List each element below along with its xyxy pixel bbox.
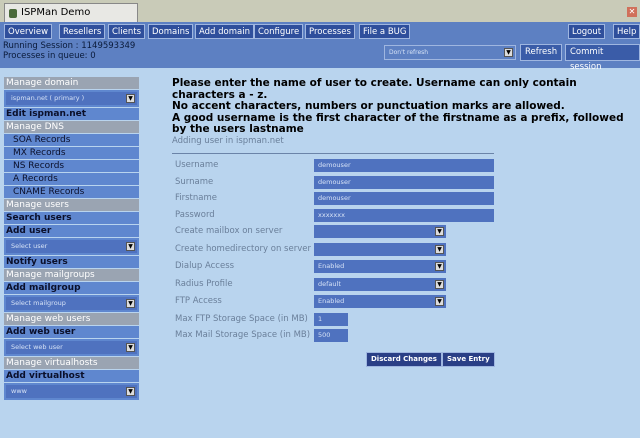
- manage-virtualhosts-header: Manage virtualhosts: [4, 357, 139, 369]
- manage-web-users-header: Manage web users: [4, 313, 139, 325]
- chevron-down-icon: ▼: [126, 242, 135, 251]
- close-icon[interactable]: ✕: [627, 7, 637, 17]
- intro-line: A good username is the first character o…: [172, 111, 624, 135]
- chevron-down-icon: ▼: [126, 343, 135, 352]
- add-user-form: Adding user in ispman.net Username demous…: [172, 136, 494, 345]
- nav-file-bug[interactable]: File a BUG: [359, 24, 411, 39]
- dialup-access-value: Enabled: [318, 262, 345, 270]
- chevron-down-icon: ▼: [126, 387, 135, 396]
- app-icon: [9, 9, 17, 18]
- discard-changes-button[interactable]: Discard Changes: [366, 352, 442, 367]
- max-mail-storage-label: Max Mail Storage Space (in MB): [175, 330, 311, 340]
- domain-select[interactable]: ispman.net ( primary ) ▼: [4, 90, 139, 107]
- search-users-link[interactable]: Search users: [4, 212, 139, 224]
- nav-processes[interactable]: Processes: [305, 24, 355, 39]
- nav-add-domain[interactable]: Add domain: [195, 24, 254, 39]
- refresh-button[interactable]: Refresh: [520, 44, 563, 61]
- dialup-access-select[interactable]: Enabled ▼: [314, 260, 446, 273]
- username-label: Username: [175, 160, 219, 170]
- window-tab[interactable]: ISPMan Demo: [4, 3, 138, 22]
- refresh-select[interactable]: Don't refresh ▼: [384, 45, 516, 60]
- firstname-input[interactable]: demouser: [314, 192, 494, 205]
- a-records-link[interactable]: A Records: [4, 173, 139, 185]
- save-entry-button[interactable]: Save Entry: [442, 352, 495, 367]
- domain-select-value: ispman.net ( primary ): [11, 94, 85, 102]
- ftp-access-label: FTP Access: [175, 296, 222, 306]
- chevron-down-icon: ▼: [435, 279, 444, 289]
- username-input[interactable]: demouser: [314, 159, 494, 172]
- window-title: ISPMan Demo: [21, 7, 91, 18]
- max-ftp-storage-input[interactable]: 1: [314, 312, 348, 326]
- add-mailgroup-link[interactable]: Add mailgroup: [4, 282, 139, 294]
- nav-resellers[interactable]: Resellers: [59, 24, 106, 39]
- web-user-select-value: Select web user: [11, 343, 63, 351]
- max-mail-storage-input[interactable]: 500: [314, 329, 348, 342]
- chevron-down-icon: ▼: [435, 262, 444, 271]
- intro-line: No accent characters, numbers or punctua…: [172, 100, 565, 112]
- nav-configure[interactable]: Configure: [254, 24, 304, 39]
- manage-users-header: Manage users: [4, 199, 139, 211]
- mailgroup-select[interactable]: Select mailgroup ▼: [4, 295, 139, 312]
- mx-records-link[interactable]: MX Records: [4, 147, 139, 159]
- nav-clients[interactable]: Clients: [108, 24, 146, 39]
- web-user-select[interactable]: Select web user ▼: [4, 339, 139, 356]
- user-select[interactable]: Select user ▼: [4, 238, 139, 255]
- ns-records-link[interactable]: NS Records: [4, 160, 139, 172]
- manage-domain-header: Manage domain: [4, 77, 139, 89]
- nav-domains[interactable]: Domains: [148, 24, 194, 39]
- virtualhost-select-value: www: [11, 387, 27, 395]
- notify-users-link[interactable]: Notify users: [4, 256, 139, 268]
- commit-session-button[interactable]: Commit session: [565, 44, 640, 72]
- add-virtualhost-link[interactable]: Add virtualhost: [4, 370, 139, 382]
- cname-records-link[interactable]: CNAME Records: [4, 186, 139, 198]
- ftp-access-value: Enabled: [318, 297, 345, 305]
- manage-mailgroups-header: Manage mailgroups: [4, 269, 139, 281]
- surname-input[interactable]: demouser: [314, 175, 494, 189]
- intro-line: Please enter the name of user to create.…: [172, 77, 577, 101]
- dialup-access-label: Dialup Access: [175, 261, 235, 271]
- chevron-down-icon: ▼: [435, 244, 444, 254]
- intro-text: Please enter the name of user to create.…: [172, 77, 632, 136]
- create-homedir-label: Create homedirectory on server: [175, 243, 311, 254]
- user-select-value: Select user: [11, 242, 48, 250]
- help-button[interactable]: Help: [613, 24, 640, 39]
- firstname-label: Firstname: [175, 193, 217, 203]
- refresh-select-value: Don't refresh: [389, 49, 429, 56]
- mailgroup-select-value: Select mailgroup: [11, 299, 66, 307]
- chevron-down-icon: ▼: [504, 48, 513, 57]
- running-session: Running Session : 1149593349: [3, 41, 136, 51]
- add-web-user-link[interactable]: Add web user: [4, 326, 139, 338]
- radius-profile-label: Radius Profile: [175, 278, 233, 289]
- logout-button[interactable]: Logout: [568, 24, 606, 39]
- surname-label: Surname: [175, 176, 214, 187]
- form-title: Adding user in ispman.net: [172, 136, 284, 146]
- chevron-down-icon: ▼: [126, 94, 135, 103]
- manage-dns-header: Manage DNS: [4, 121, 139, 133]
- create-mailbox-label: Create mailbox on server: [175, 226, 283, 236]
- process-queue: Processes in queue: 0: [3, 51, 96, 61]
- radius-profile-select[interactable]: default ▼: [314, 277, 446, 291]
- create-homedir-select[interactable]: ▼: [314, 242, 446, 256]
- password-input[interactable]: xxxxxxx: [314, 208, 494, 222]
- chevron-down-icon: ▼: [435, 297, 444, 306]
- edit-domain-link[interactable]: Edit ispman.net: [4, 108, 139, 120]
- chevron-down-icon: ▼: [126, 299, 135, 308]
- radius-profile-value: default: [318, 279, 341, 288]
- nav-overview[interactable]: Overview: [4, 24, 53, 39]
- window-titlebar: ISPMan Demo ✕: [0, 0, 640, 22]
- virtualhost-select[interactable]: www ▼: [4, 383, 139, 400]
- ftp-access-select[interactable]: Enabled ▼: [314, 295, 446, 308]
- add-user-link[interactable]: Add user: [4, 225, 139, 237]
- soa-records-link[interactable]: SOA Records: [4, 134, 139, 146]
- max-ftp-storage-label: Max FTP Storage Space (in MB): [175, 313, 308, 324]
- sidebar: Manage domain ispman.net ( primary ) ▼ Ed…: [4, 77, 139, 401]
- create-mailbox-select[interactable]: ▼: [314, 225, 446, 238]
- chevron-down-icon: ▼: [435, 227, 444, 236]
- password-label: Password: [175, 209, 215, 220]
- divider: [172, 153, 494, 154]
